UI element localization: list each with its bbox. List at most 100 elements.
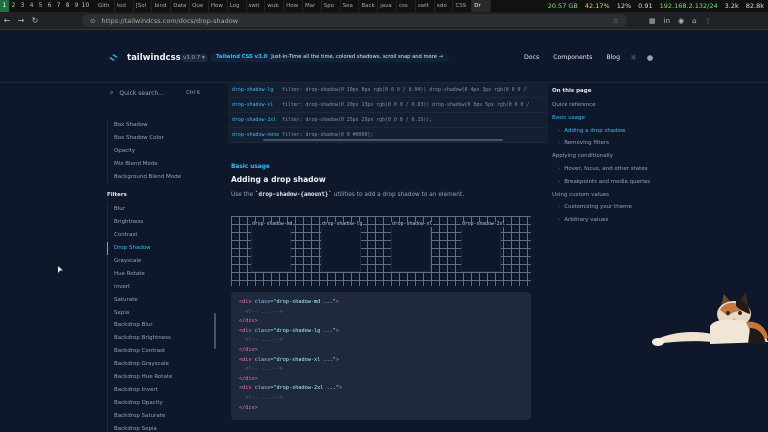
- code-string: "drop-shadow-xl ...": [273, 356, 336, 363]
- github-icon[interactable]: ●: [647, 53, 654, 62]
- toc-link[interactable]: Removing filters: [552, 137, 667, 150]
- search-icon: ⌕: [110, 89, 114, 96]
- linkedin-icon[interactable]: in: [664, 17, 670, 25]
- code-comment: <!-- ... -->: [239, 394, 283, 401]
- window-tab[interactable]: Gith: [96, 0, 115, 12]
- workspace-10[interactable]: 10: [81, 0, 90, 12]
- sidebar-item[interactable]: Backdrop Invert: [107, 383, 212, 397]
- window-tab[interactable]: Mar: [303, 0, 322, 12]
- forward-icon[interactable]: →: [14, 16, 28, 25]
- window-tab[interactable]: java: [378, 0, 397, 12]
- sidebar-item[interactable]: Box Shadow Color: [107, 131, 212, 145]
- sidebar-item[interactable]: Contrast: [107, 229, 212, 243]
- sidebar-scrollbar[interactable]: [214, 313, 216, 349]
- version-selector[interactable]: v3.0.7 ▾: [180, 54, 208, 62]
- menu-icon[interactable]: ⋮: [705, 17, 712, 25]
- code-tag: >: [335, 327, 339, 334]
- window-tab[interactable]: css: [397, 0, 416, 12]
- window-tab[interactable]: Log: [228, 0, 247, 12]
- code-tag: </div>: [239, 346, 258, 353]
- toc-link[interactable]: Basic usage: [552, 112, 667, 125]
- announcement-pill[interactable]: Tailwind CSS v3.0 Just-in-Time all the ti…: [210, 53, 449, 62]
- sidebar-item[interactable]: Backdrop Contrast: [107, 345, 212, 359]
- sidebar-item[interactable]: Backdrop Hue Rotate: [107, 371, 212, 384]
- theme-toggle-icon[interactable]: ☼: [630, 53, 637, 62]
- sidebar-item[interactable]: Hue Rotate: [107, 267, 212, 281]
- sidebar-item[interactable]: Mix Blend Mode: [107, 157, 212, 171]
- sidebar-item[interactable]: Backdrop Sepia: [107, 422, 212, 432]
- toc-link[interactable]: Using custom values: [552, 189, 667, 202]
- table-row: drop-shadow-lg filter: drop-shadow(0 10px…: [228, 83, 548, 98]
- workspace-6[interactable]: 6: [45, 0, 54, 12]
- address-bar[interactable]: ⊙ https://tailwindcss.com/docs/drop-shad…: [82, 14, 627, 27]
- sidebar-item[interactable]: Backdrop Saturate: [107, 409, 212, 423]
- sidebar-item[interactable]: Brightness: [107, 216, 212, 230]
- window-tab[interactable]: How: [209, 0, 228, 12]
- quick-search-button[interactable]: ⌕ Quick search... Ctrl K: [110, 89, 200, 97]
- nav-link-components[interactable]: Components: [553, 54, 592, 61]
- sidebar-item[interactable]: Invert: [107, 280, 212, 294]
- section-kicker: Basic usage: [231, 164, 270, 170]
- window-tab[interactable]: tod: [115, 0, 134, 12]
- sidebar-item[interactable]: Blur: [107, 203, 212, 217]
- workspace-5[interactable]: 5: [36, 0, 45, 12]
- window-tab[interactable]: Que: [190, 0, 209, 12]
- toc-link[interactable]: Arbitrary values: [552, 214, 667, 227]
- sidebar-item[interactable]: Opacity: [107, 144, 212, 158]
- sidebar-item[interactable]: Saturate: [107, 293, 212, 307]
- code-attr: class=: [254, 327, 274, 334]
- window-tab[interactable]: Back: [359, 0, 379, 12]
- extension-icon[interactable]: ▦: [649, 17, 656, 25]
- code-tag: </div>: [239, 404, 258, 411]
- nav-link-blog[interactable]: Blog: [606, 54, 620, 61]
- toc-link[interactable]: Breakpoints and media queries: [552, 176, 667, 189]
- site-logo[interactable]: tailwindcss: [108, 53, 181, 63]
- window-tab[interactable]: [Sol: [134, 0, 153, 12]
- back-icon[interactable]: ←: [0, 16, 14, 25]
- window-tab[interactable]: Dr: [472, 0, 491, 12]
- window-tab[interactable]: swit: [416, 0, 435, 12]
- window-tab[interactable]: Data: [171, 0, 191, 12]
- workspace-4[interactable]: 4: [27, 0, 36, 12]
- toc-link[interactable]: Applying conditionally: [552, 150, 667, 163]
- window-tabs[interactable]: Gith tod [Sol bind Data Que How Log swit wub How Ma…: [96, 0, 491, 12]
- window-tab[interactable]: Sea: [341, 0, 360, 12]
- sidebar-item[interactable]: Backdrop Blur: [107, 319, 212, 333]
- nav-link-docs[interactable]: Docs: [524, 54, 539, 61]
- window-tab[interactable]: How: [284, 0, 303, 12]
- window-tab[interactable]: xdo: [435, 0, 454, 12]
- home-icon[interactable]: ⌂: [692, 17, 696, 25]
- window-tab[interactable]: swit: [247, 0, 266, 12]
- workspace-7[interactable]: 7: [54, 0, 63, 12]
- code-comment: <!-- ... -->: [239, 308, 283, 315]
- sidebar-item[interactable]: Backdrop Brightness: [107, 332, 212, 346]
- bookmark-star-icon[interactable]: ☆: [613, 17, 619, 25]
- toc-link[interactable]: Customizing your theme: [552, 201, 667, 214]
- workspace-3[interactable]: 3: [18, 0, 27, 12]
- sidebar-item[interactable]: Box Shadow: [107, 119, 212, 132]
- profile-icon[interactable]: ◉: [678, 17, 684, 25]
- sidebar-item[interactable]: Background Blend Mode: [107, 170, 212, 184]
- sidebar-item[interactable]: Backdrop Grayscale: [107, 358, 212, 372]
- status-item: 20.57 GB: [547, 2, 578, 10]
- workspace-8[interactable]: 8: [63, 0, 72, 12]
- code-line: <!-- ... -->: [239, 365, 523, 375]
- window-tab[interactable]: CSS: [453, 0, 473, 12]
- sidebar-item[interactable]: Grayscale: [107, 255, 212, 268]
- sidebar-item[interactable]: Backdrop Opacity: [107, 396, 212, 410]
- workspace-9[interactable]: 9: [72, 0, 81, 12]
- workspace-2[interactable]: 2: [9, 0, 18, 12]
- window-tab[interactable]: Spo: [322, 0, 341, 12]
- reload-icon[interactable]: ↻: [28, 16, 42, 25]
- sidebar-item[interactable]: Sepia: [107, 306, 212, 320]
- toc-link[interactable]: Quick reference: [552, 99, 667, 112]
- workspace-switcher[interactable]: 1 2 3 4 5 6 7 8 9 10: [0, 0, 90, 12]
- code-line: <div class="drop-shadow-xl ...">: [239, 356, 523, 366]
- window-tab[interactable]: wub: [265, 0, 285, 12]
- toc-link[interactable]: Adding a drop shadow: [552, 125, 667, 138]
- class-table-scrollbar[interactable]: [263, 139, 503, 141]
- toc-link[interactable]: Hover, focus, and other states: [552, 163, 667, 176]
- workspace-1[interactable]: 1: [0, 0, 9, 12]
- window-tab[interactable]: bind: [152, 0, 172, 12]
- sidebar-item[interactable]: Drop Shadow: [107, 242, 212, 256]
